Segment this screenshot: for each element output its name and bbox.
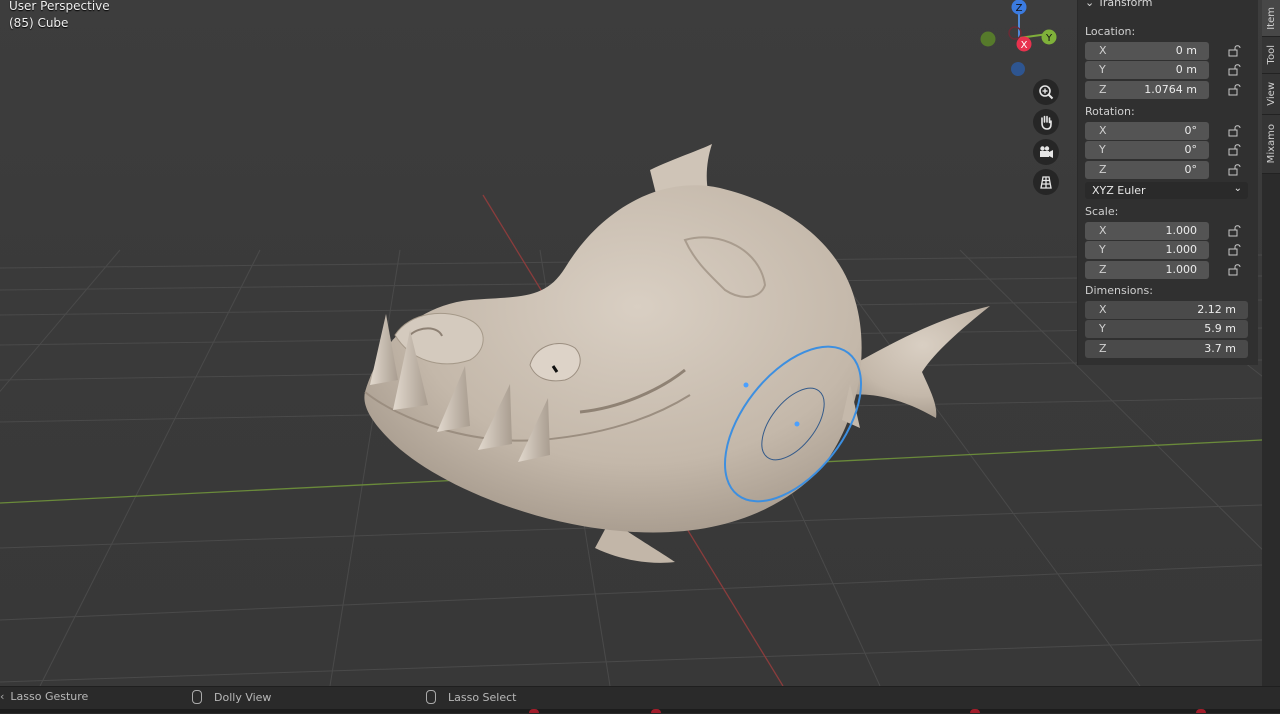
scale-z-field[interactable]: Z 1.000 [1085,261,1209,279]
status-lasso-gesture: ‹ Lasso Gesture [0,690,89,703]
camera-icon[interactable] [1033,139,1059,165]
transform-header[interactable]: ⌄ Transform [1085,0,1152,9]
dimensions-x-field[interactable]: X 2.12 m [1085,301,1248,319]
scale-x-field[interactable]: X 1.000 [1085,222,1209,240]
location-z-field[interactable]: Z 1.0764 m [1085,81,1209,99]
lock-icon[interactable] [1228,45,1242,57]
view-name: User Perspective [9,0,110,13]
mouse-middle-icon [192,690,202,704]
3d-viewport[interactable]: User Perspective (85) Cube Z Y X [0,0,1262,686]
status-dolly-view: Dolly View [192,690,271,704]
scale-label: Scale: [1085,205,1119,218]
sidebar-tabs: Item Tool View Mixamo [1262,0,1280,686]
location-y-field[interactable]: Y0 m [1085,61,1209,79]
pan-hand-icon[interactable] [1033,109,1059,135]
lock-icon[interactable] [1228,125,1242,137]
dimensions-y-field[interactable]: Y 5.9 m [1085,320,1248,338]
y-axis-label: Y [1045,33,1053,44]
z-axis-label: Z [1016,3,1023,14]
lock-icon[interactable] [1228,244,1242,256]
dimensions-label: Dimensions: [1085,284,1153,297]
zoom-icon[interactable] [1033,79,1059,105]
tab-tool[interactable]: Tool [1262,37,1280,74]
neg-y-axis-handle [980,31,996,47]
navigation-gizmo[interactable]: Z Y X [975,0,1065,82]
location-label: Location: [1085,25,1136,38]
rotation-y-field[interactable]: Y 0° [1085,141,1209,159]
rotation-mode-select[interactable]: XYZ Euler ⌄ [1085,182,1248,199]
lock-icon[interactable] [1228,84,1242,96]
rotation-z-field[interactable]: Z 0° [1085,161,1209,179]
active-object-label: (85) Cube [9,16,69,30]
rotation-label: Rotation: [1085,105,1135,118]
dimensions-z-field[interactable]: Z 3.7 m [1085,340,1248,358]
rotation-x-field[interactable]: X 0° [1085,122,1209,140]
mouse-right-icon [426,690,436,704]
red-indicator [651,709,661,713]
x-axis-label: X [1021,40,1028,51]
red-indicator [1196,709,1206,713]
shark-model[interactable] [364,144,990,563]
red-indicator [970,709,980,713]
chevron-down-icon: ⌄ [1233,183,1242,194]
transform-panel: ⌄ Transform Location: X0 m Y0 m Z 1.0764 … [1077,0,1258,365]
scale-y-field[interactable]: Y 1.000 [1085,241,1209,259]
neg-z-axis-handle [1011,62,1025,76]
mouse-left-icon: ‹ [0,690,5,703]
lock-icon[interactable] [1228,64,1242,76]
bottom-edge [0,709,1280,713]
tab-item[interactable]: Item [1262,0,1280,37]
tab-mixamo[interactable]: Mixamo [1262,115,1280,174]
lock-icon[interactable] [1228,144,1242,156]
ortho-grid-icon[interactable] [1033,169,1059,195]
lock-icon[interactable] [1228,225,1242,237]
lock-icon[interactable] [1228,264,1242,276]
lock-icon[interactable] [1228,164,1242,176]
chevron-down-icon: ⌄ [1085,0,1095,9]
location-x-field[interactable]: X0 m [1085,42,1209,60]
tab-view[interactable]: View [1262,74,1280,115]
scene-canvas[interactable] [0,0,1262,686]
status-lasso-select: Lasso Select [426,690,517,704]
red-indicator [529,709,539,713]
